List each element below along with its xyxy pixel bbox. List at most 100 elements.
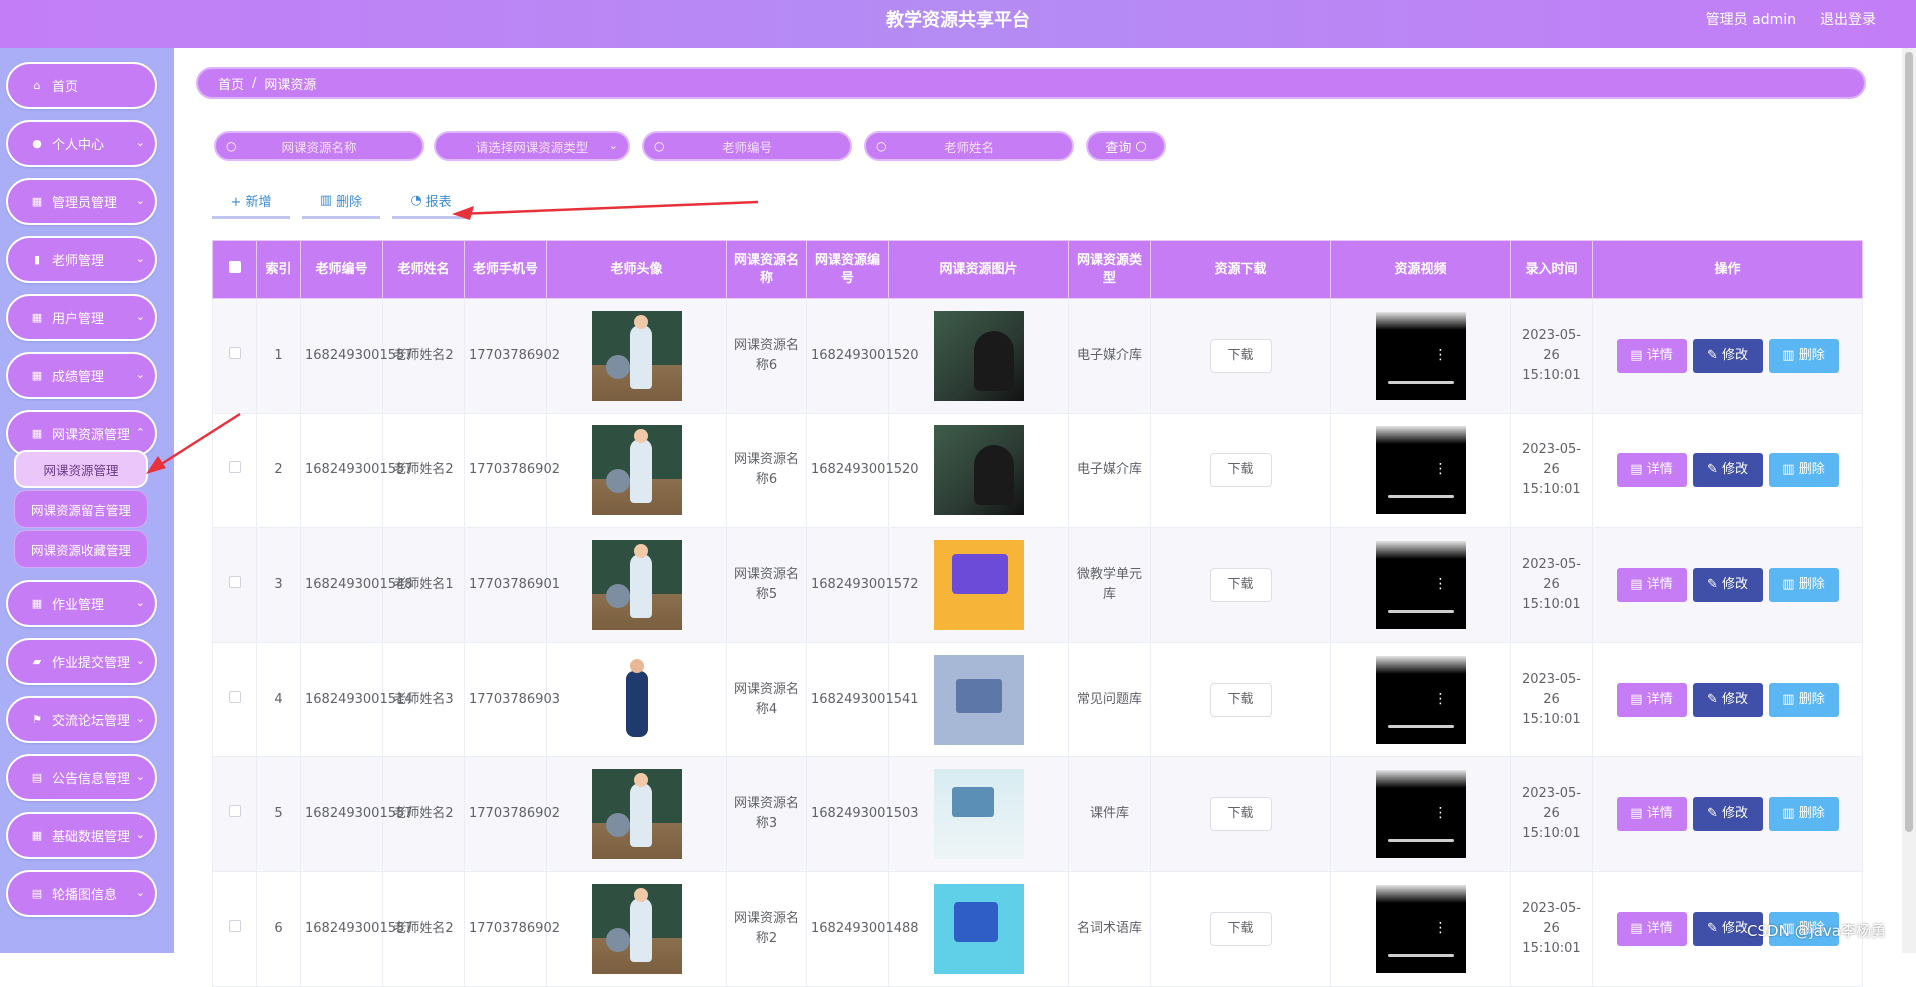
resource-image[interactable] [933,539,1024,630]
document-icon: ▤ [1630,576,1647,592]
resource-video[interactable]: ⋮ [1375,655,1466,744]
more-options-icon[interactable]: ⋮ [1434,806,1448,820]
resource-image[interactable] [933,310,1024,401]
row-checkbox[interactable] [228,575,241,588]
breadcrumb-current: 网课资源 [264,77,317,93]
row-delete-button[interactable]: ▥ 删除 [1768,797,1839,832]
teacher-name-input[interactable]: ○ 老师姓名 [864,131,1074,161]
more-options-icon[interactable]: ⋮ [1434,577,1448,591]
add-button[interactable]: + 新增 [212,185,290,219]
row-checkbox[interactable] [228,919,241,932]
resource-video[interactable]: ⋮ [1375,884,1466,973]
pencil-icon: ✎ [1706,920,1722,936]
row-delete-button[interactable]: ▥ 删除 [1768,338,1839,373]
teacher-no-input[interactable]: ○ 老师编号 [642,131,852,161]
sidebar: ⌂ 首页 ● 个人中心 ⌄ ▦ 管理员管理 ⌄ ▮ 老师管理 ⌄ ▦ 用户管理 … [0,48,174,953]
resource-image[interactable] [933,883,1024,974]
submenu-item-resource-comments[interactable]: 网课资源留言管理 [14,490,148,528]
sidebar-item-forum-management[interactable]: ⚑ 交流论坛管理 ⌄ [6,696,157,743]
resource-video[interactable]: ⋮ [1375,540,1466,629]
row-checkbox[interactable] [228,461,241,474]
header-teacher-name: 老师姓名 [382,240,465,299]
row-checkbox[interactable] [228,346,241,359]
delete-button[interactable]: ▥ 删除 [302,185,380,219]
download-button[interactable]: 下载 [1209,911,1272,946]
resource-image[interactable] [933,425,1024,516]
vertical-scrollbar[interactable] [1902,48,1916,953]
detail-label: 详情 [1646,462,1673,478]
edit-button[interactable]: ✎ 修改 [1692,338,1763,373]
download-button[interactable]: 下载 [1209,567,1272,602]
download-button[interactable]: 下载 [1209,338,1272,373]
edit-button[interactable]: ✎ 修改 [1692,567,1763,602]
download-button[interactable]: 下载 [1209,682,1272,717]
detail-button[interactable]: ▤ 详情 [1616,567,1687,602]
detail-button[interactable]: ▤ 详情 [1616,338,1687,373]
teacher-avatar-image[interactable] [591,654,682,745]
submenu-item-resource-favorites[interactable]: 网课资源收藏管理 [14,530,148,568]
detail-button[interactable]: ▤ 详情 [1616,453,1687,488]
sidebar-item-carousel-info[interactable]: ▤ 轮播图信息 ⌄ [6,870,157,917]
download-button[interactable]: 下载 [1209,453,1272,488]
resource-image[interactable] [933,654,1024,745]
sidebar-item-base-data-management[interactable]: ▦ 基础数据管理 ⌄ [6,812,157,859]
resource-video[interactable]: ⋮ [1375,770,1466,859]
teacher-avatar-image[interactable] [591,425,682,516]
sidebar-item-submission-management[interactable]: ▰ 作业提交管理 ⌄ [6,638,157,685]
more-options-icon[interactable]: ⋮ [1434,921,1448,935]
more-options-icon[interactable]: ⋮ [1434,462,1448,476]
report-button[interactable]: ◔ 报表 [392,185,470,219]
edit-button[interactable]: ✎ 修改 [1692,797,1763,832]
trash-icon: ▥ [1782,347,1799,363]
row-delete-button[interactable]: ▥ 删除 [1768,453,1839,488]
teacher-avatar-image[interactable] [591,883,682,974]
detail-button[interactable]: ▤ 详情 [1616,797,1687,832]
more-options-icon[interactable]: ⋮ [1434,692,1448,706]
teacher-avatar-image[interactable] [591,539,682,630]
teacher-avatar-image[interactable] [591,769,682,860]
header-resource-no: 网课资源编号 [806,240,889,299]
resource-video[interactable]: ⋮ [1375,311,1466,400]
scrollbar-thumb[interactable] [1905,52,1913,832]
sidebar-item-user-management[interactable]: ▦ 用户管理 ⌄ [6,294,157,341]
sidebar-item-homework-management[interactable]: ▦ 作业管理 ⌄ [6,580,157,627]
row-delete-button[interactable]: ▥ 删除 [1768,567,1839,602]
row-checkbox[interactable] [228,690,241,703]
sidebar-item-label: 交流论坛管理 [52,714,131,729]
sidebar-item-home[interactable]: ⌂ 首页 [6,62,157,109]
sidebar-item-admin-management[interactable]: ▦ 管理员管理 ⌄ [6,178,157,225]
logout-link[interactable]: 退出登录 [1820,0,1876,40]
sidebar-item-teacher-management[interactable]: ▮ 老师管理 ⌄ [6,236,157,283]
pie-chart-icon: ◔ [410,193,422,208]
more-options-icon[interactable]: ⋮ [1434,348,1448,362]
book-icon: ▮ [33,253,41,266]
sidebar-item-personal-center[interactable]: ● 个人中心 ⌄ [6,120,157,167]
resource-video[interactable]: ⋮ [1375,426,1466,515]
query-button[interactable]: 查询 ○ [1086,131,1166,161]
sidebar-item-notice-management[interactable]: ▤ 公告信息管理 ⌄ [6,754,157,801]
submenu-item-resource-management[interactable]: 网课资源管理 [14,450,148,488]
resource-name-input[interactable]: ○ 网课资源名称 [214,131,424,161]
detail-button[interactable]: ▤ 详情 [1616,911,1687,946]
row-delete-label: 删除 [1798,576,1825,592]
header-index: 索引 [256,240,301,299]
row-delete-button[interactable]: ▥ 删除 [1768,682,1839,717]
teacher-avatar-image[interactable] [591,310,682,401]
table-row: 5 1682493001557 老师姓名2 17703786902 网课资源名称… [212,756,1863,872]
resource-image[interactable] [933,769,1024,860]
select-all-cell[interactable] [212,240,257,299]
detail-label: 详情 [1646,806,1673,822]
breadcrumb-home[interactable]: 首页 [218,74,244,93]
edit-button[interactable]: ✎ 修改 [1692,453,1763,488]
download-button[interactable]: 下载 [1209,797,1272,832]
resource-type-select[interactable]: 请选择网课资源类型 ⌄ [434,131,630,161]
sidebar-item-score-management[interactable]: ▦ 成绩管理 ⌄ [6,352,157,399]
edit-button[interactable]: ✎ 修改 [1692,682,1763,717]
detail-button[interactable]: ▤ 详情 [1616,682,1687,717]
row-checkbox[interactable] [228,805,241,818]
cell-resource-type: 电子媒介库 [1068,298,1151,414]
select-all-checkbox[interactable] [228,260,241,273]
cell-teacher-no: 1682493001548 [300,527,413,643]
cell-index: 3 [256,527,301,643]
cell-phone: 17703786901 [464,527,560,643]
